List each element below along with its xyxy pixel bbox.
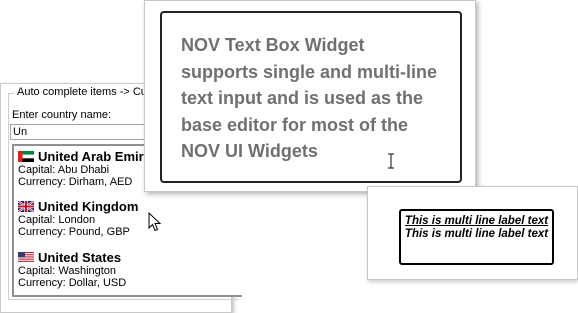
suggestion-currency: Currency: Dollar, USD [18,277,127,289]
suggestion-name: United Kingdom [38,199,139,214]
label-line-underlined: This is multi line label text [404,215,549,227]
text-box-content: NOV Text Box Widget supports single and … [181,35,438,161]
country-prompt-label: Enter country name: [12,109,112,121]
label-panel: This is multi line label text This is mu… [367,186,578,280]
suggestion-capital: Capital: Washington [18,265,117,277]
suggestion-currency: Currency: Pound, GBP [18,226,130,238]
multiline-text-box[interactable]: NOV Text Box Widget supports single and … [160,11,462,183]
suggestion-name: United Arab Emir [38,149,144,164]
suggestion-item-uk[interactable]: United Kingdom Capital: London Currency:… [18,199,238,238]
mouse-pointer-icon [148,212,162,232]
suggestion-capital: Capital: London [18,214,96,226]
uk-flag-icon [18,201,34,212]
suggestion-name: United States [38,250,122,265]
suggestion-item-us[interactable]: United States Capital: Washington Curren… [18,250,238,289]
i-beam-cursor-icon [388,153,394,169]
autocomplete-group-title: Auto complete items -> Cus [14,86,156,98]
label-line-plain: This is multi line label text [404,228,549,240]
textbox-panel: NOV Text Box Widget supports single and … [144,0,476,192]
us-flag-icon [18,252,34,263]
uae-flag-icon [18,151,34,162]
multi-line-label: This is multi line label text This is mu… [399,209,554,265]
